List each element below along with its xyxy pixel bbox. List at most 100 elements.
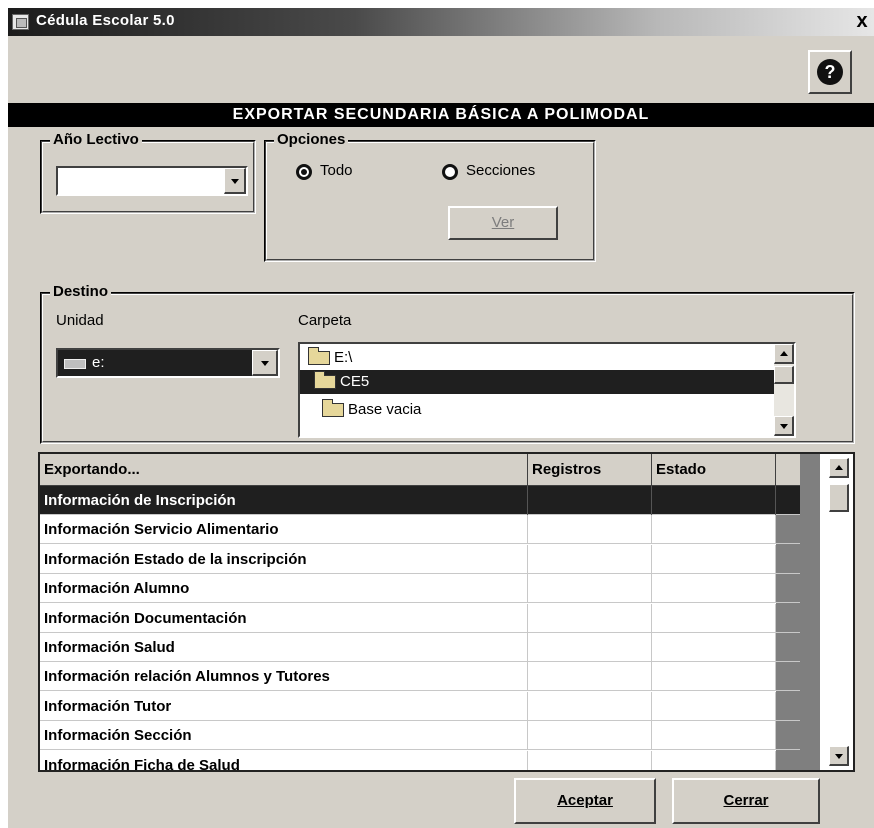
grid-scrollbar[interactable] <box>825 454 853 770</box>
table-cell-item: Información Ficha de Salud <box>40 750 528 770</box>
table-cell-registros <box>528 515 652 545</box>
column-header-exportando[interactable]: Exportando... <box>40 454 528 486</box>
table-cell-registros <box>528 486 652 515</box>
drive-select-value: e: <box>92 354 105 371</box>
table-row[interactable]: Información Alumno <box>40 574 800 604</box>
section-banner: EXPORTAR SECUNDARIA BÁSICA A POLIMODAL <box>8 103 874 127</box>
table-cell-item: Información Sección <box>40 721 528 751</box>
radio-secciones-label: Secciones <box>466 162 536 179</box>
scroll-thumb[interactable] <box>774 366 794 384</box>
radio-todo-indicator <box>296 164 312 180</box>
table-row[interactable]: Información Salud <box>40 633 800 662</box>
options-group-legend: Opciones <box>274 131 349 148</box>
scroll-up-button[interactable] <box>774 344 794 364</box>
close-window-button[interactable]: x <box>850 10 874 34</box>
grid-header: Exportando... Registros Estado <box>40 454 800 486</box>
table-cell-estado <box>652 574 776 604</box>
help-button[interactable]: ? <box>808 50 852 94</box>
chevron-down-icon <box>779 423 788 429</box>
scroll-thumb[interactable] <box>829 484 849 512</box>
table-cell-registros <box>528 691 652 721</box>
carpeta-label: Carpeta <box>298 312 352 329</box>
year-select[interactable] <box>56 166 248 196</box>
scroll-down-button[interactable] <box>774 416 794 436</box>
unidad-label: Unidad <box>56 312 104 329</box>
radio-todo[interactable]: Todo <box>296 162 406 184</box>
table-cell-registros <box>528 544 652 574</box>
table-cell-estado <box>652 544 776 574</box>
table-cell-item: Información Documentación <box>40 603 528 633</box>
table-row[interactable]: Información Documentación <box>40 603 800 633</box>
table-cell-registros <box>528 662 652 692</box>
table-cell-registros <box>528 721 652 751</box>
app-icon <box>12 14 29 30</box>
folder-scrollbar[interactable] <box>774 344 794 436</box>
table-cell-estado <box>652 633 776 662</box>
table-cell-registros <box>528 603 652 633</box>
destino-group: Destino Unidad Carpeta e: E:\ CE5 Base v… <box>40 283 855 444</box>
table-row[interactable]: Información relación Alumnos y Tutores <box>40 662 800 692</box>
ver-button[interactable]: Ver <box>448 206 558 240</box>
table-cell-registros <box>528 574 652 604</box>
table-cell-estado <box>652 750 776 770</box>
accept-button[interactable]: Aceptar <box>514 778 656 824</box>
folder-list[interactable]: E:\ CE5 Base vacia <box>298 342 796 438</box>
table-cell-estado <box>652 486 776 515</box>
table-cell-estado <box>652 721 776 751</box>
drive-dropdown-button[interactable] <box>252 350 278 376</box>
table-cell-item: Información de Inscripción <box>40 486 528 515</box>
table-row[interactable]: Información Servicio Alimentario <box>40 515 800 545</box>
folder-item-root[interactable]: E:\ <box>308 346 768 370</box>
table-cell-item: Información relación Alumnos y Tutores <box>40 662 528 692</box>
close-button[interactable]: Cerrar <box>672 778 820 824</box>
year-group: Año Lectivo <box>40 131 256 214</box>
column-header-registros[interactable]: Registros <box>528 454 652 486</box>
drive-select[interactable]: e: <box>56 348 280 378</box>
table-row[interactable]: Información Tutor <box>40 691 800 721</box>
table-cell-item: Información Salud <box>40 633 528 662</box>
arrow-up-icon <box>834 464 843 470</box>
chevron-down-icon <box>260 360 269 366</box>
table-row[interactable]: Información Sección <box>40 721 800 751</box>
options-group: Opciones Todo Secciones Ver <box>264 131 596 262</box>
close-button-label: Cerrar <box>723 792 769 809</box>
radio-secciones[interactable]: Secciones <box>442 162 582 184</box>
table-cell-item: Información Servicio Alimentario <box>40 515 528 545</box>
table-cell-estado <box>652 691 776 721</box>
year-group-legend: Año Lectivo <box>50 131 142 148</box>
folder-item-ce5[interactable]: CE5 <box>300 370 774 394</box>
table-cell-item: Información Tutor <box>40 691 528 721</box>
destino-group-legend: Destino <box>50 283 112 300</box>
accept-button-label: Aceptar <box>557 792 613 809</box>
table-cell-registros <box>528 750 652 770</box>
table-cell-estado <box>652 662 776 692</box>
folder-item-label: E:\ <box>334 349 353 366</box>
scroll-up-button[interactable] <box>829 458 849 478</box>
table-row[interactable]: Información de Inscripción <box>40 486 800 515</box>
scroll-down-button[interactable] <box>829 746 849 766</box>
chevron-down-icon <box>230 178 239 184</box>
app-window: Cédula Escolar 5.0 x ? EXPORTAR SECUNDAR… <box>8 8 874 828</box>
export-grid[interactable]: Exportando... Registros Estado Informaci… <box>38 452 855 772</box>
folder-item-label: Base vacia <box>348 401 422 418</box>
window-title: Cédula Escolar 5.0 <box>36 12 175 29</box>
radio-todo-label: Todo <box>320 162 353 179</box>
open-folder-icon <box>308 347 330 366</box>
column-header-estado[interactable]: Estado <box>652 454 776 486</box>
drive-icon <box>64 359 86 369</box>
title-bar[interactable]: Cédula Escolar 5.0 x <box>8 8 874 36</box>
year-dropdown-button[interactable] <box>224 168 246 194</box>
folder-icon <box>322 399 344 418</box>
folder-item-base-vacia[interactable]: Base vacia <box>322 398 762 422</box>
folder-item-label: CE5 <box>340 373 370 390</box>
table-cell-item: Información Estado de la inscripción <box>40 544 528 574</box>
table-cell-estado <box>652 515 776 545</box>
table-row[interactable]: Información Estado de la inscripción <box>40 544 800 574</box>
table-cell-estado <box>652 603 776 633</box>
table-row[interactable]: Información Ficha de Salud <box>40 750 800 770</box>
radio-secciones-indicator <box>442 164 458 180</box>
chevron-down-icon <box>834 753 843 759</box>
arrow-up-icon <box>779 350 788 356</box>
table-cell-item: Información Alumno <box>40 574 528 604</box>
table-cell-registros <box>528 633 652 662</box>
